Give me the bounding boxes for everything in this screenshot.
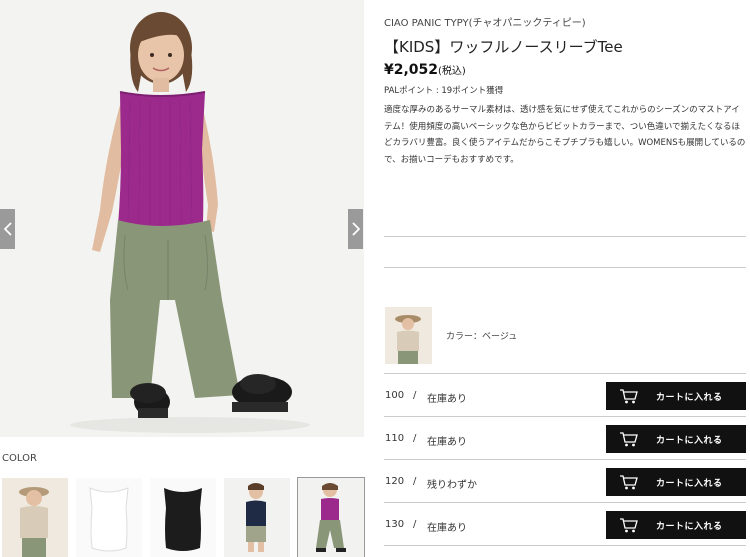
product-title: 【KIDS】ワッフルノースリーブTee [384, 38, 623, 56]
cart-icon [620, 518, 638, 533]
size-separator: / [413, 390, 417, 401]
price-value: ¥2,052 [384, 62, 439, 78]
main-product-image [0, 0, 364, 437]
size-value: 110 [385, 433, 405, 444]
thumbnail-purple[interactable] [297, 477, 365, 557]
cart-icon [620, 432, 638, 447]
chevron-right-icon [351, 222, 360, 236]
stock-status: 残りわずか [427, 480, 477, 491]
add-to-cart-button[interactable]: カートに入れる [606, 425, 746, 453]
thumbnail-black-image [150, 478, 216, 557]
price-tax-note: (税込) [438, 66, 466, 77]
cart-icon [620, 389, 638, 404]
add-to-cart-button[interactable]: カートに入れる [606, 382, 746, 410]
add-to-cart-label: カートに入れる [656, 436, 723, 446]
size-row: 130 / 在庫あり カートに入れる [384, 503, 746, 546]
thumbnail-navy[interactable] [224, 478, 290, 557]
stock-status: 在庫あり [427, 523, 467, 534]
size-row: 100 / 在庫あり カートに入れる [384, 374, 746, 417]
size-value: 100 [385, 390, 405, 401]
add-to-cart-button[interactable]: カートに入れる [606, 511, 746, 539]
next-image-button[interactable] [348, 209, 363, 249]
stock-status: 在庫あり [427, 394, 467, 405]
size-value: 120 [385, 476, 405, 487]
add-to-cart-label: カートに入れる [656, 479, 723, 489]
variant-thumbnail [385, 307, 432, 364]
size-separator: / [413, 476, 417, 487]
stock-status: 在庫あり [427, 437, 467, 448]
size-value: 130 [385, 519, 405, 530]
child-model-illustration [0, 0, 364, 437]
size-row: 120 / 残りわずか カートに入れる [384, 460, 746, 503]
thumbnail-white[interactable] [76, 478, 142, 557]
product-price: ¥2,052(税込) [384, 62, 466, 78]
pal-points: PALポイント : 19ポイント獲得 [384, 86, 504, 96]
divider [384, 236, 746, 237]
size-row: 110 / 在庫あり カートに入れる [384, 417, 746, 460]
cart-icon [620, 475, 638, 490]
prev-image-button[interactable] [0, 209, 15, 249]
color-heading: COLOR [2, 453, 37, 464]
size-separator: / [413, 433, 417, 444]
add-to-cart-label: カートに入れる [656, 393, 723, 403]
thumbnail-beige-image [2, 478, 68, 557]
add-to-cart-button[interactable]: カートに入れる [606, 468, 746, 496]
brand-name: CIAO PANIC TYPY(チャオパニックティピー) [384, 18, 586, 29]
divider [384, 267, 746, 268]
thumbnail-purple-image [298, 478, 364, 557]
product-description: 適度な厚みのあるサーマル素材は、透け感を気にせず使えてこれからのシーズンのマスト… [384, 105, 746, 165]
thumbnail-beige[interactable] [2, 478, 68, 557]
chevron-left-icon [3, 222, 12, 236]
variant-thumbnail-image [385, 307, 432, 364]
variant-color-label: カラー：ベージュ [446, 332, 518, 342]
color-thumbnail-strip [0, 477, 365, 557]
divider [384, 545, 746, 546]
thumbnail-navy-image [224, 478, 290, 557]
size-separator: / [413, 519, 417, 530]
add-to-cart-label: カートに入れる [656, 522, 723, 532]
thumbnail-black[interactable] [150, 478, 216, 557]
thumbnail-white-image [76, 478, 142, 557]
